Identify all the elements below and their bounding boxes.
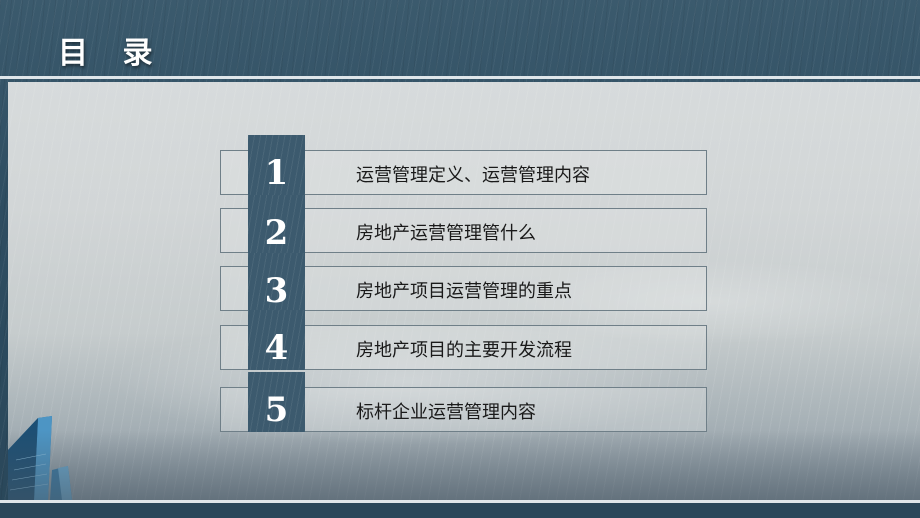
top-divider — [0, 76, 920, 79]
slide: 目 录 1 运营管理定义、运营管理内容 2 房地产运营管理管什么 3 房地产项目… — [0, 0, 920, 518]
number-block-4: 4 — [248, 310, 305, 370]
number-block-5: 5 — [248, 372, 305, 432]
item-number: 1 — [264, 153, 289, 193]
item-number: 5 — [264, 390, 289, 430]
number-block-1: 1 — [248, 135, 305, 195]
number-block-2: 2 — [248, 195, 305, 255]
item-number: 4 — [264, 328, 289, 368]
item-label: 房地产项目的主要开发流程 — [356, 340, 572, 361]
number-block-3: 3 — [248, 253, 305, 313]
skyscraper-image — [8, 416, 72, 500]
item-label: 房地产运营管理管什么 — [356, 223, 536, 244]
item-number: 2 — [264, 213, 289, 253]
bottom-strip — [0, 503, 920, 518]
page-title: 目 录 — [58, 36, 165, 71]
item-number: 3 — [264, 271, 289, 311]
item-label: 标杆企业运营管理内容 — [356, 402, 536, 423]
item-label: 房地产项目运营管理的重点 — [356, 281, 572, 302]
item-label: 运营管理定义、运营管理内容 — [356, 165, 590, 186]
